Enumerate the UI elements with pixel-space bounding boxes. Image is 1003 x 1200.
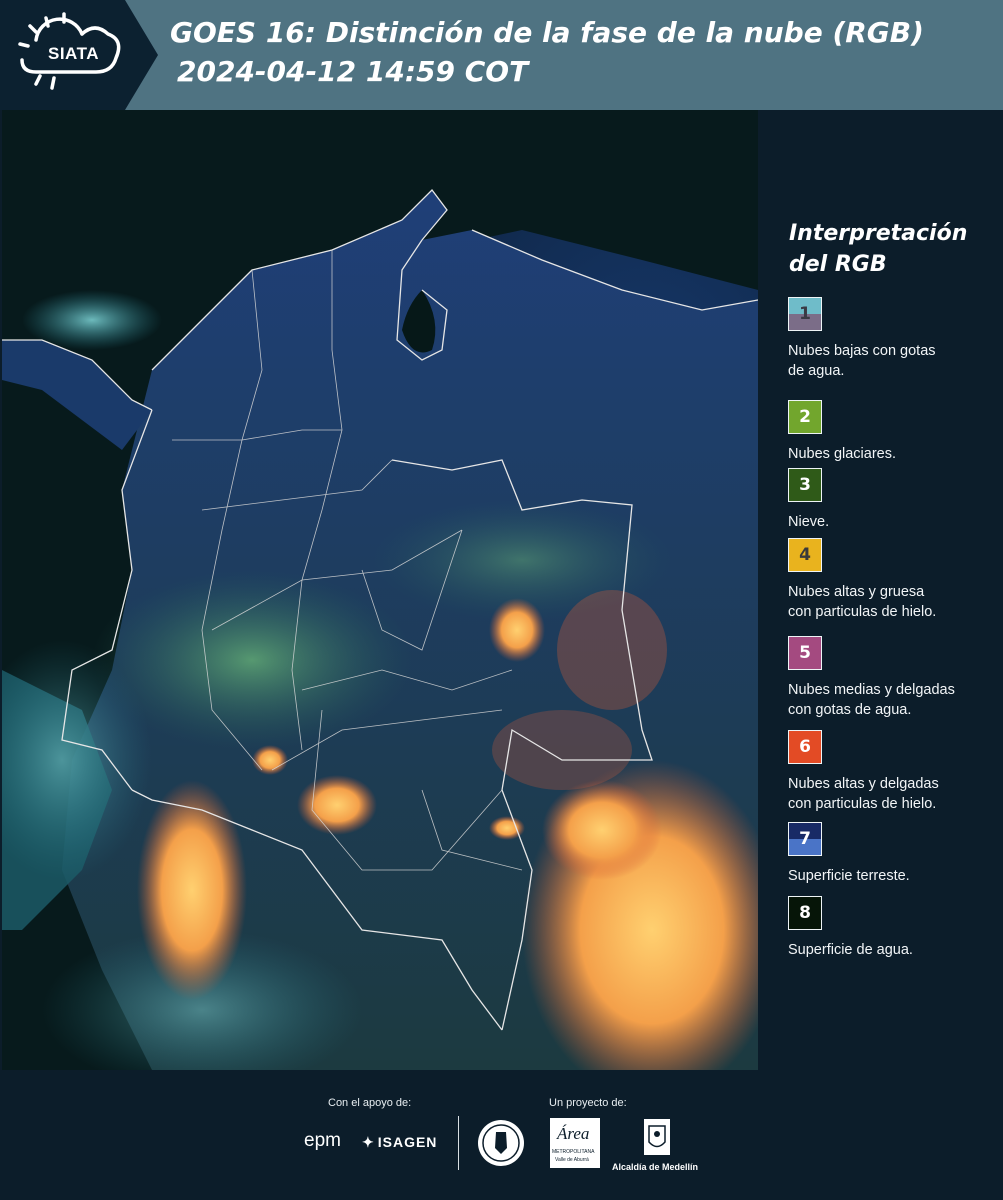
epm-logo: epm [304, 1130, 341, 1151]
legend-number: 2 [799, 407, 811, 427]
header: SIATA GOES 16: Distinción de la fase de … [0, 0, 1003, 110]
project-label: Un proyecto de: [549, 1097, 627, 1109]
legend-item-6: 6 Nubes altas y delgadas con particulas de… [788, 730, 1000, 814]
legend-number: 7 [799, 829, 811, 849]
legend-label-line2: de agua. [788, 363, 845, 379]
legend-label: Nubes medias y delgadas con gotas de agua… [788, 680, 1000, 720]
legend-item-4: 4 Nubes altas y gruesa con particulas de h… [788, 538, 1000, 622]
legend-label-line1: Nubes medias y delgadas [788, 682, 955, 698]
legend-number: 1 [799, 304, 811, 324]
area-metropolitana-logo: Área METROPOLITANA Valle de Aburrá [550, 1118, 600, 1168]
legend-number: 6 [799, 737, 811, 757]
alcaldia-logo-text: Alcaldía de Medellín [612, 1162, 699, 1172]
storm-cell-southwest [137, 780, 247, 1000]
legend-item-3: 3 Nieve. [788, 468, 1000, 532]
legend-label: Superficie de agua. [788, 940, 1000, 960]
legend-swatch: 7 [788, 822, 822, 856]
legend-swatch: 8 [788, 896, 822, 930]
footer-divider [458, 1116, 459, 1170]
storm-cell-east-2 [542, 780, 662, 880]
legend-swatch: 2 [788, 400, 822, 434]
legend-item-2: 2 Nubes glaciares. [788, 400, 1000, 464]
legend-label: Nubes glaciares. [788, 444, 1000, 464]
thin-ice-cloud-2 [492, 710, 632, 790]
footer: Con el apoyo de: Un proyecto de: epm ✦ IS… [0, 1070, 1003, 1200]
legend-swatch: 1 [788, 297, 822, 331]
legend-label-line2: con particulas de hielo. [788, 796, 937, 812]
legend-label-line1: Nieve. [788, 514, 830, 530]
legend-swatch: 3 [788, 468, 822, 502]
legend-label: Nubes bajas con gotas de agua. [788, 341, 1000, 381]
legend-panel: Interpretación del RGB 1 Nubes bajas con … [760, 110, 1003, 1070]
legend-title-line1: Interpretación [789, 221, 968, 246]
seal-icon [478, 1120, 524, 1166]
legend-title: Interpretación del RGB [789, 218, 999, 280]
legend-title-line2: del RGB [789, 252, 887, 277]
legend-label: Nieve. [788, 512, 1000, 532]
medellin-shield-icon [644, 1119, 670, 1155]
legend-label-line1: Nubes altas y gruesa [788, 584, 925, 600]
storm-cell-llanos [489, 598, 545, 662]
legend-swatch: 6 [788, 730, 822, 764]
legend-label-line2: con particulas de hielo. [788, 604, 937, 620]
legend-item-7: 7 Superficie terreste. [788, 822, 1000, 886]
thin-ice-cloud [557, 590, 667, 710]
legend-label-line1: Nubes altas y delgadas [788, 776, 939, 792]
legend-label-line1: Superficie de agua. [788, 942, 913, 958]
legend-swatch: 5 [788, 636, 822, 670]
legend-number: 5 [799, 643, 811, 663]
legend-number: 8 [799, 903, 811, 923]
isagen-mark-icon: ✦ [362, 1134, 375, 1150]
logo-text: SIATA [48, 44, 99, 63]
legend-item-5: 5 Nubes medias y delgadas con gotas de agu… [788, 636, 1000, 720]
isagen-logo: ✦ ISAGEN [362, 1134, 438, 1150]
storm-cell-center [297, 775, 377, 835]
legend-number: 4 [799, 545, 811, 565]
product-title: GOES 16: Distinción de la fase de la nub… [170, 16, 924, 49]
glacier-cloud-area [92, 570, 412, 750]
support-label: Con el apoyo de: [328, 1097, 412, 1109]
legend-label-line1: Nubes glaciares. [788, 446, 896, 462]
rgb-composite-image [2, 110, 758, 1070]
legend-number: 3 [799, 475, 811, 495]
legend-item-1: 1 Nubes bajas con gotas de agua. [788, 297, 1000, 381]
legend-label-line1: Nubes bajas con gotas [788, 343, 936, 359]
legend-swatch: 4 [788, 538, 822, 572]
legend-label: Superficie terreste. [788, 866, 1000, 886]
legend-item-8: 8 Superficie de agua. [788, 896, 1000, 960]
legend-label: Nubes altas y delgadas con particulas de … [788, 774, 1000, 814]
legend-label: Nubes altas y gruesa con particulas de hi… [788, 582, 1000, 622]
satellite-map [2, 110, 758, 1070]
legend-label-line2: con gotas de agua. [788, 702, 912, 718]
legend-label-line1: Superficie terreste. [788, 868, 910, 884]
storm-cell-small [252, 745, 288, 775]
timestamp: 2024-04-12 14:59 COT [177, 55, 529, 88]
